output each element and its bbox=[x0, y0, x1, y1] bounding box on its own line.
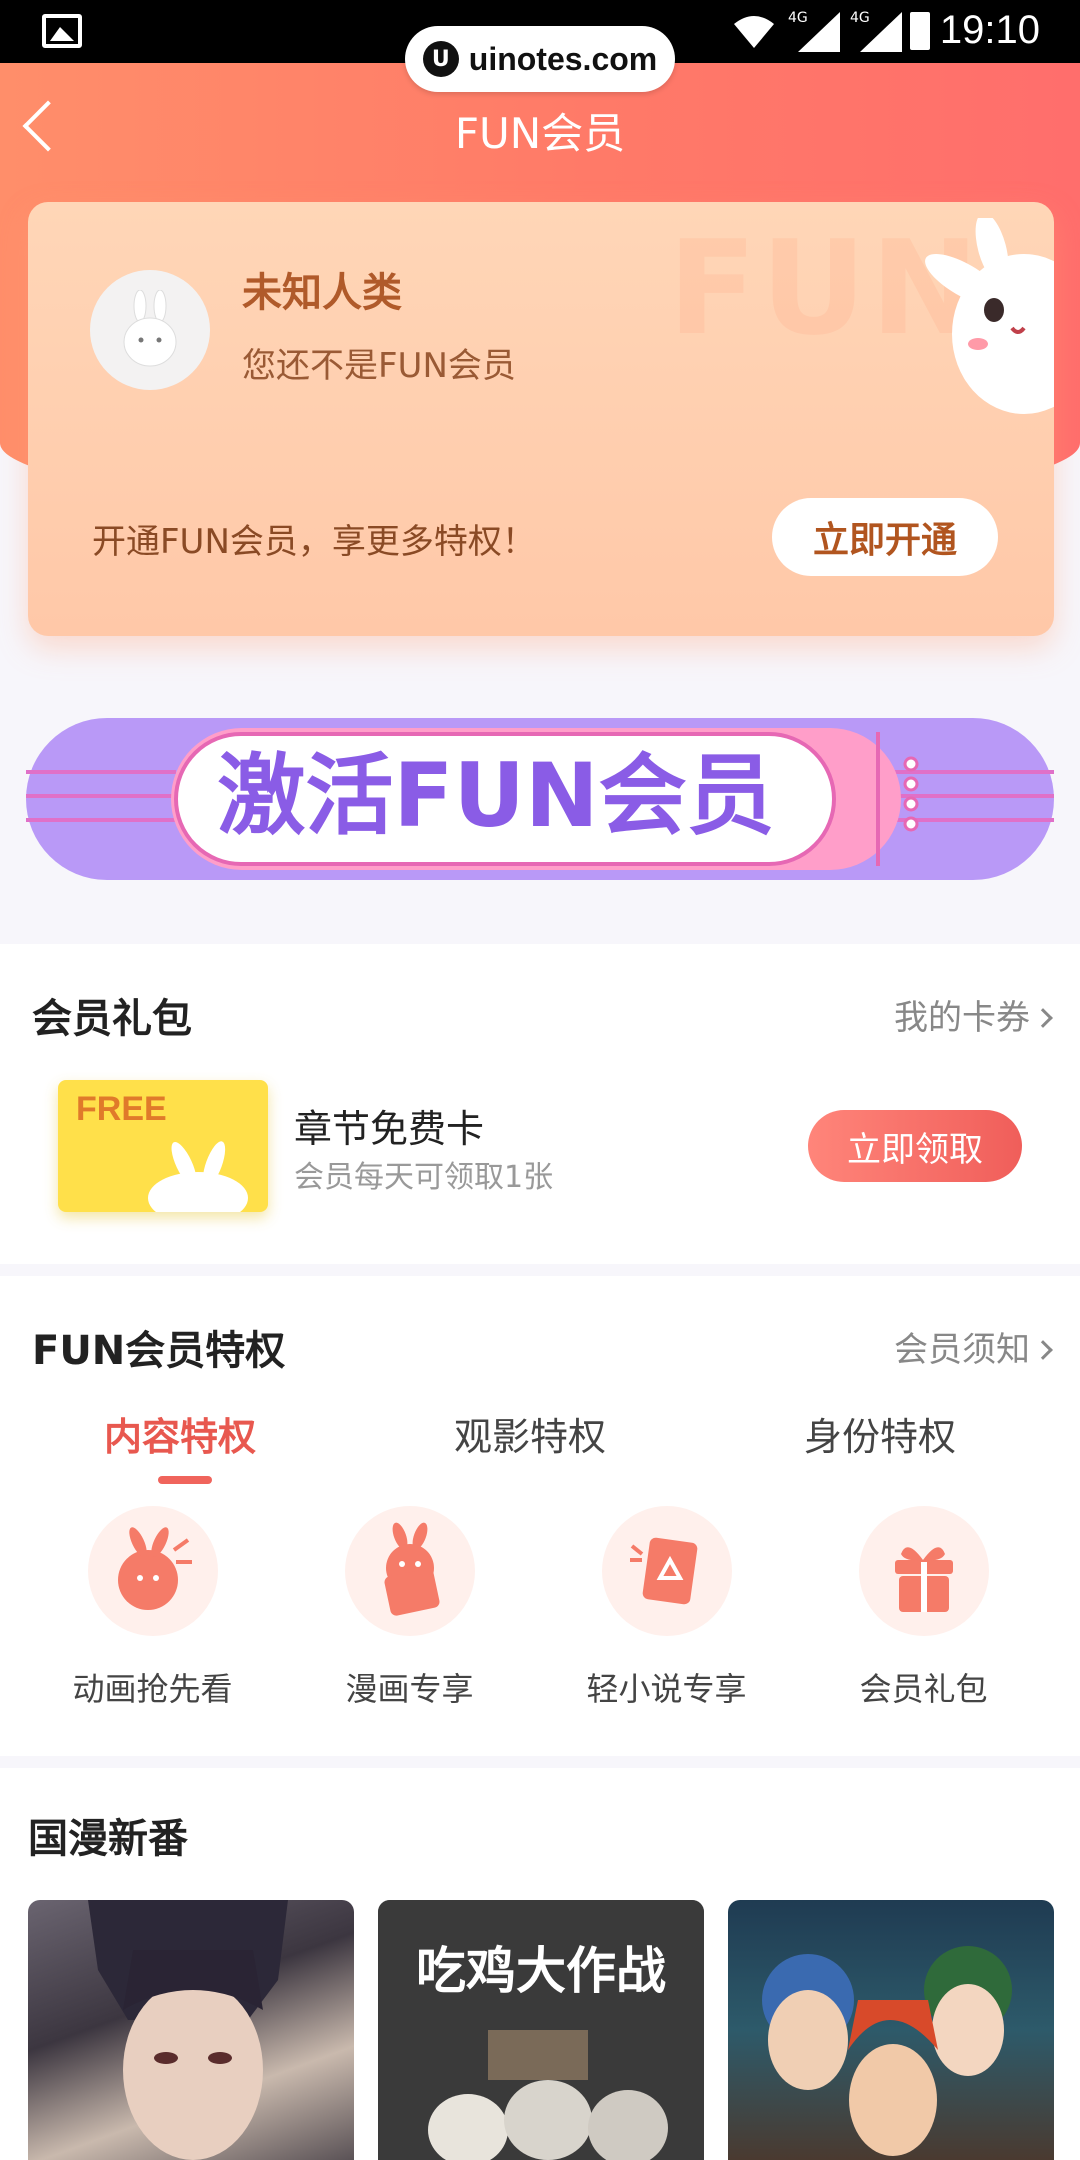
perk-label: 动画抢先看 bbox=[72, 1670, 233, 1708]
poster-image-1 bbox=[88, 1900, 288, 2160]
poster-card-1[interactable] bbox=[28, 1900, 354, 2160]
clock: 19:10 bbox=[939, 8, 1040, 52]
perk-list: 动画抢先看 漫画专享 轻小说专享 会员礼包 bbox=[0, 1506, 1080, 1708]
member-notice-label: 会员须知 bbox=[894, 1330, 1030, 1370]
chevron-right-icon bbox=[1033, 1340, 1053, 1360]
watermark-logo: U bbox=[422, 41, 459, 77]
open-membership-button[interactable]: 立即开通 bbox=[772, 498, 998, 576]
signal-icon-1 bbox=[798, 12, 840, 52]
my-coupons-link[interactable]: 我的卡券 bbox=[894, 990, 1053, 1039]
page-title: FUN会员 bbox=[454, 109, 626, 158]
signal-icon-2 bbox=[860, 12, 902, 52]
new-anime-title: 国漫新番 bbox=[28, 1816, 188, 1862]
perk-comic-exclusive[interactable]: 漫画专享 bbox=[281, 1506, 538, 1710]
activate-banner-text: 激活FUN会员 bbox=[217, 744, 774, 847]
tab-viewing-privilege[interactable]: 观影特权 bbox=[350, 1406, 710, 1461]
battery-icon bbox=[910, 12, 930, 50]
privilege-section: FUN会员特权 会员须知 内容特权 观影特权 身份特权 动画抢先看 漫画专享 轻… bbox=[0, 1276, 1080, 1756]
gift-section-title: 会员礼包 bbox=[32, 996, 192, 1042]
gift-item-description: 会员每天可领取1张 bbox=[294, 1160, 554, 1195]
poster-2-caption: 吃鸡大作战 bbox=[416, 1942, 666, 2000]
gallery-notification-icon bbox=[42, 14, 82, 48]
free-bunny-icon bbox=[148, 1141, 248, 1212]
watermark-text: uinotes.com bbox=[468, 40, 658, 77]
wifi-icon bbox=[734, 16, 774, 48]
novel-book-icon bbox=[629, 1537, 697, 1605]
user-name: 未知人类 bbox=[242, 270, 402, 316]
tab-identity-privilege[interactable]: 身份特权 bbox=[700, 1406, 1060, 1461]
rabbit-avatar-icon bbox=[123, 290, 177, 367]
free-card-image: FREE bbox=[58, 1080, 268, 1212]
active-tab-indicator bbox=[158, 1476, 212, 1484]
poster-card-2[interactable]: 吃鸡大作战 bbox=[378, 1900, 704, 2160]
gift-section: 会员礼包 我的卡券 FREE 章节免费卡 会员每天可领取1张 立即领取 bbox=[0, 944, 1080, 1264]
bunny-mascot-icon bbox=[925, 218, 1054, 414]
poster-row: 吃鸡大作战 bbox=[28, 1900, 1054, 2160]
tab-content-privilege[interactable]: 内容特权 bbox=[0, 1406, 360, 1461]
privilege-tabs: 内容特权 观影特权 身份特权 bbox=[0, 1406, 1080, 1484]
free-comic-icon bbox=[384, 1522, 439, 1616]
rabbit-bomb-icon bbox=[117, 1527, 192, 1610]
privilege-section-title: FUN会员特权 bbox=[32, 1328, 286, 1374]
membership-status: 您还不是FUN会员 bbox=[242, 346, 516, 386]
gift-item-name: 章节免费卡 bbox=[294, 1107, 485, 1151]
perk-label: 会员礼包 bbox=[859, 1670, 988, 1708]
claim-button[interactable]: 立即领取 bbox=[808, 1110, 1022, 1182]
promo-text: 开通FUN会员，享更多特权！ bbox=[92, 522, 536, 562]
perk-novel-exclusive[interactable]: 轻小说专享 bbox=[538, 1506, 795, 1710]
watermark-badge: U uinotes.com bbox=[405, 26, 675, 92]
perk-label: 漫画专享 bbox=[345, 1670, 474, 1708]
gift-box-icon bbox=[894, 1547, 953, 1612]
perk-label: 轻小说专享 bbox=[586, 1670, 747, 1708]
perk-anime-early[interactable]: 动画抢先看 bbox=[24, 1506, 281, 1710]
avatar[interactable] bbox=[90, 270, 210, 390]
poster-card-3[interactable] bbox=[728, 1900, 1054, 2160]
poster-image-3 bbox=[762, 1946, 1012, 2156]
new-anime-section: 国漫新番 吃鸡大作战 bbox=[0, 1768, 1080, 2160]
member-notice-link[interactable]: 会员须知 bbox=[894, 1322, 1053, 1371]
chevron-right-icon bbox=[1033, 1008, 1053, 1028]
my-coupons-label: 我的卡券 bbox=[894, 998, 1030, 1038]
member-card: FUN 未知人类 您还不是FUN会员 开通FUN会员，享更多特权！ 立即开通 bbox=[28, 202, 1054, 636]
poster-image-2: 吃鸡大作战 bbox=[378, 1900, 704, 2160]
activate-membership-banner[interactable]: 激活FUN会员 bbox=[26, 718, 1054, 880]
perk-member-gift[interactable]: 会员礼包 bbox=[795, 1506, 1052, 1710]
